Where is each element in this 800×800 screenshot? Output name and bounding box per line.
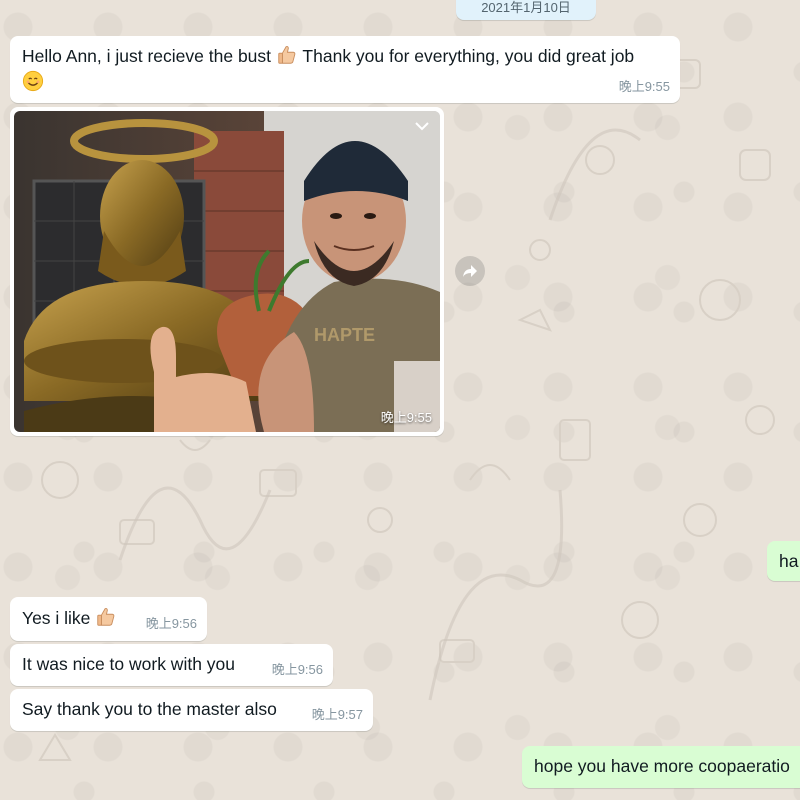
incoming-message[interactable]: Say thank you to the master also 晚上9:57 xyxy=(10,689,373,731)
outgoing-message[interactable]: ha xyxy=(767,541,800,581)
message-text: hope you have more coopaeratio xyxy=(534,756,790,776)
forward-button[interactable] xyxy=(455,256,485,286)
message-time: 晚上9:55 xyxy=(618,79,670,94)
image-message-time: 晚上9:55 xyxy=(380,410,432,425)
image-message[interactable]: HAPTE 晚上9:55 xyxy=(10,107,444,436)
incoming-message[interactable]: Yes i like 晚上9:56 xyxy=(10,597,207,641)
message-text-continued: Thank you for everything, you did great … xyxy=(297,46,635,66)
thumbs-up-emoji-icon xyxy=(97,608,115,626)
forward-icon xyxy=(463,265,477,277)
smiling-face-emoji-icon xyxy=(22,70,44,92)
message-text: ha xyxy=(779,551,799,571)
message-time: 晚上9:56 xyxy=(271,662,323,677)
chevron-down-icon[interactable] xyxy=(414,119,430,137)
message-text: It was nice to work with you xyxy=(22,654,235,674)
thumbs-up-emoji-icon xyxy=(278,46,296,64)
message-text: Hello Ann, i just recieve the bust xyxy=(22,46,276,66)
svg-text:HAPTE: HAPTE xyxy=(314,325,375,345)
incoming-message[interactable]: Hello Ann, i just recieve the bust Thank… xyxy=(10,36,680,103)
message-time: 晚上9:56 xyxy=(145,616,197,631)
bust-photo-image: HAPTE xyxy=(14,111,440,432)
message-text: Yes i like xyxy=(22,608,96,628)
incoming-message[interactable]: It was nice to work with you 晚上9:56 xyxy=(10,644,333,686)
message-time: 晚上9:57 xyxy=(311,707,363,722)
date-separator: 2021年1月10日 xyxy=(456,0,596,20)
message-photo[interactable]: HAPTE 晚上9:55 xyxy=(14,111,440,432)
outgoing-message[interactable]: hope you have more coopaeratio xyxy=(522,746,800,788)
message-text: Say thank you to the master also xyxy=(22,699,277,719)
